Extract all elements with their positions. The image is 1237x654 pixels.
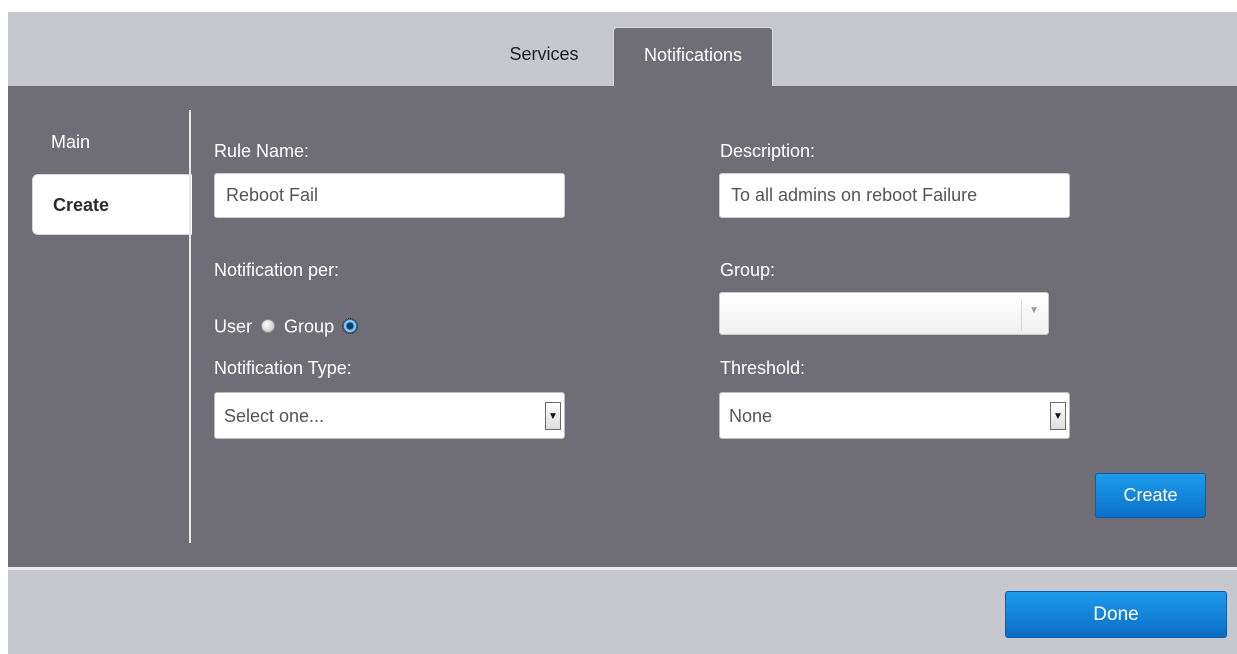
threshold-select[interactable]: None ▼ [719,392,1070,439]
description-label: Description: [720,141,816,161]
sidebar-divider [189,110,191,543]
description-input[interactable] [719,173,1070,218]
create-button[interactable]: Create [1095,473,1206,518]
notification-type-select[interactable]: Select one... ▼ [214,392,565,439]
rule-name-label: Rule Name: [214,141,310,161]
radio-user-label: User [214,316,253,337]
chevron-down-icon: ▼ [545,402,561,430]
rule-name-input[interactable] [214,173,565,218]
group-select[interactable]: ▼ [719,292,1049,335]
threshold-label: Threshold: [720,358,806,378]
chevron-down-icon: ▼ [1050,402,1066,430]
sidebar-item-create[interactable]: Create [32,174,192,235]
chevron-down-icon: ▼ [1029,305,1039,316]
window-frame: Services Notifications Main Create Rule … [8,12,1237,654]
group-select-divider [1021,299,1022,330]
notification-type-label: Notification Type: [214,358,352,378]
threshold-value: None [729,406,773,426]
notifications-panel: Main Create Rule Name: Description: Noti… [8,86,1237,567]
footer-divider [8,567,1237,570]
notification-type-value: Select one... [224,406,325,426]
group-label: Group: [720,260,776,280]
notification-per-options: User Group [214,313,361,337]
sidebar-item-main[interactable]: Main [8,112,190,172]
radio-unchecked-icon[interactable] [261,319,276,334]
radio-group-label: Group [284,316,335,337]
tab-bar: Services Notifications [8,12,1237,87]
tab-services[interactable]: Services [496,34,592,74]
notification-per-label: Notification per: [214,260,340,280]
tab-notifications-label: Notifications [643,45,743,65]
tab-notifications[interactable]: Notifications [613,27,773,87]
radio-checked-icon[interactable] [342,318,359,335]
done-button[interactable]: Done [1005,591,1227,638]
